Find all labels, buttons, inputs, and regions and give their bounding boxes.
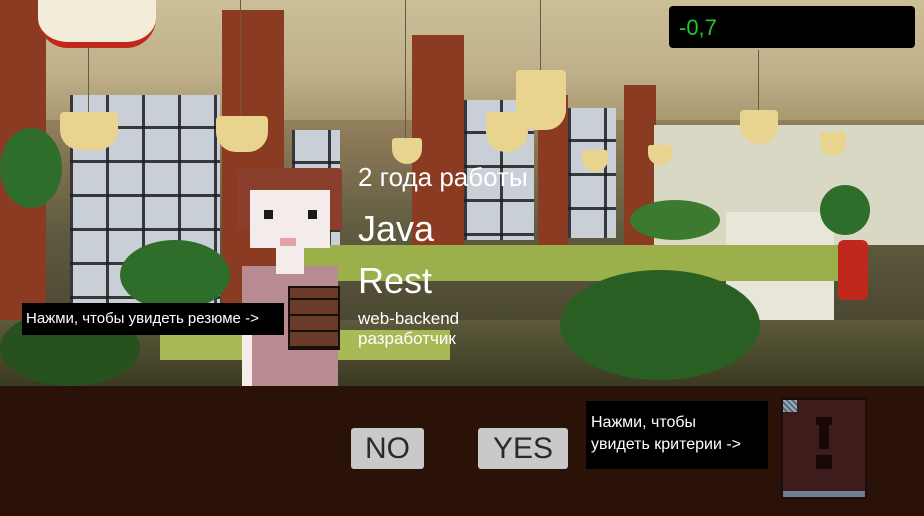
- plant: [560, 270, 760, 380]
- exclamation-stem: [819, 425, 829, 449]
- criteria-hint[interactable]: Нажми, чтобы увидеть критерии ->: [586, 401, 768, 469]
- exclamation-dot: [816, 455, 832, 469]
- resume-folder-icon[interactable]: [288, 286, 340, 350]
- hanging-lamp: [486, 112, 528, 152]
- criteria-hint-line1: Нажми, чтобы: [591, 414, 697, 431]
- lamp-cord: [88, 45, 89, 115]
- plant: [630, 200, 720, 240]
- hanging-lamp: [38, 0, 156, 48]
- candidate-language: Java: [358, 208, 435, 249]
- lamp-cord: [540, 0, 541, 70]
- hanging-lamp: [60, 112, 118, 150]
- candidate-experience: 2 года работы: [358, 162, 528, 192]
- book-spine: [783, 491, 865, 497]
- window: [568, 108, 616, 238]
- lamp-cord: [405, 0, 406, 140]
- no-button[interactable]: NO: [351, 428, 424, 469]
- candidate-role-line2: разработчик: [358, 329, 456, 348]
- lamp-cord: [240, 0, 241, 118]
- plant: [820, 185, 870, 235]
- candidate-api-style: Rest: [358, 260, 433, 301]
- plant: [120, 240, 230, 310]
- hanging-lamp: [216, 116, 268, 152]
- lamp-cord: [758, 50, 759, 112]
- score-display: -0,7: [669, 6, 915, 48]
- yes-button[interactable]: YES: [478, 428, 568, 469]
- book-corner: [783, 400, 797, 412]
- resume-hint[interactable]: Нажми, чтобы увидеть резюме ->: [22, 303, 284, 335]
- candidate-character: [232, 168, 348, 388]
- criteria-hint-line2: увидеть критерии ->: [591, 436, 742, 453]
- office-chair: [838, 240, 868, 300]
- candidate-role: web-backend разработчик: [358, 309, 518, 349]
- exclamation-icon: [816, 417, 832, 425]
- plant: [0, 128, 62, 208]
- candidate-role-line1: web-backend: [358, 309, 460, 328]
- criteria-book-icon[interactable]: [781, 398, 867, 499]
- score-value: -0,7: [679, 15, 717, 40]
